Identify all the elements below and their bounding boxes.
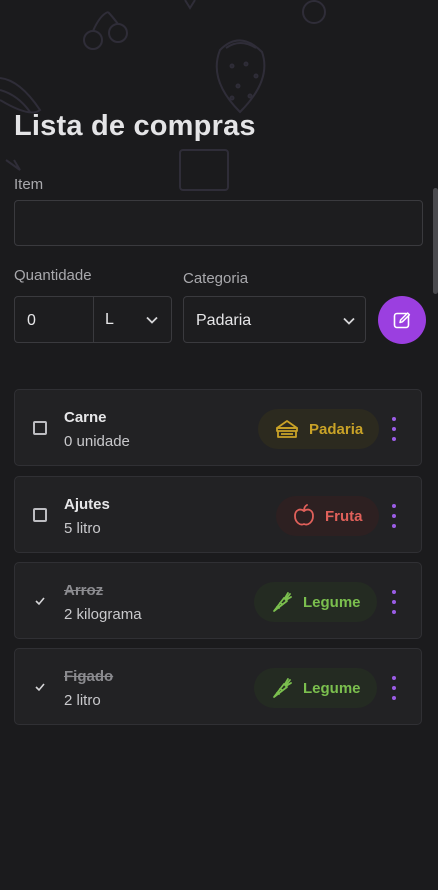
more-options-icon[interactable] [391, 504, 397, 528]
background-doodles [0, 0, 326, 191]
category-label: Categoria [183, 270, 249, 287]
category-select-value: Padaria [196, 312, 252, 329]
item-name: Ajutes [64, 496, 110, 513]
item-input[interactable] [14, 200, 423, 246]
item-quantity: 2 kilograma [64, 606, 142, 623]
chevron-down-icon [343, 317, 355, 325]
item-label: Item [14, 176, 44, 193]
item-name: Arroz [64, 582, 104, 599]
category-badge: Legume [254, 668, 377, 708]
quantity-label: Quantidade [14, 267, 92, 284]
item-checkbox[interactable] [33, 421, 47, 435]
more-options-icon[interactable] [391, 590, 397, 614]
item-name: Carne [64, 409, 107, 426]
category-select[interactable]: Padaria [183, 296, 366, 343]
category-badge-label: Legume [303, 679, 361, 697]
apple-icon [294, 504, 314, 526]
quantity-input[interactable]: 0 [27, 312, 36, 330]
check-icon [35, 597, 45, 606]
item-quantity: 5 litro [64, 520, 101, 537]
check-icon [35, 683, 45, 692]
item-checkbox-checked[interactable] [33, 594, 47, 608]
chevron-down-icon[interactable] [145, 313, 159, 327]
item-checkbox-checked[interactable] [33, 680, 47, 694]
item-name: Figado [64, 668, 114, 685]
page-title: Lista de compras [14, 110, 256, 142]
more-options-icon[interactable] [391, 676, 397, 700]
item-quantity: 2 litro [64, 692, 101, 709]
item-quantity: 0 unidade [64, 433, 130, 450]
category-badge-label: Fruta [325, 507, 363, 525]
status-bar [14, 6, 424, 28]
add-item-button[interactable] [378, 296, 426, 344]
quantity-divider [93, 297, 94, 342]
category-badge: Padaria [258, 409, 380, 449]
list-item[interactable]: Arroz 2 kilograma Legume [14, 562, 422, 639]
list-item[interactable]: Carne 0 unidade Padaria [14, 389, 422, 466]
scrollbar[interactable] [433, 188, 438, 294]
category-badge-label: Padaria [309, 420, 364, 438]
category-badge: Legume [254, 582, 377, 622]
item-checkbox[interactable] [33, 508, 47, 522]
list-item[interactable]: Ajutes 5 litro Fruta [14, 476, 422, 553]
edit-icon [393, 312, 411, 329]
category-badge: Fruta [276, 496, 379, 536]
list-item[interactable]: Figado 2 litro Legume [14, 648, 422, 725]
carrot-icon [273, 592, 292, 612]
unit-select[interactable]: L [105, 311, 114, 329]
bread-icon [276, 420, 298, 438]
carrot-icon [273, 678, 292, 698]
quantity-field[interactable]: 0 L [14, 296, 172, 343]
more-options-icon[interactable] [391, 417, 397, 441]
category-badge-label: Legume [303, 593, 361, 611]
